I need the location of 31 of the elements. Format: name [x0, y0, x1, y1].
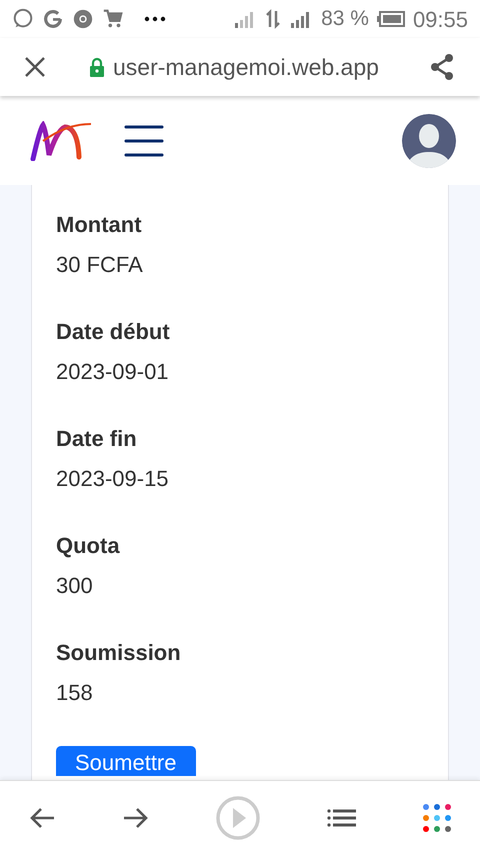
field-label: Montant: [56, 211, 142, 239]
field-value: 30 FCFA: [56, 251, 143, 279]
data-transfer-icon: [265, 9, 282, 29]
menu-icon[interactable]: [124, 124, 164, 158]
field-label: Date fin: [56, 425, 137, 453]
chat-icon: [12, 8, 34, 30]
field-value: 2023-09-01: [56, 358, 169, 386]
field-value: 2023-09-15: [56, 465, 169, 493]
list-icon[interactable]: [326, 808, 356, 828]
share-icon[interactable]: [428, 53, 456, 81]
field-label: Quota: [56, 532, 120, 560]
more-icon: [144, 16, 166, 22]
field-label: Soumission: [56, 639, 181, 667]
back-icon[interactable]: [28, 806, 56, 830]
clock-time: 09:55: [412, 6, 468, 34]
avatar-icon[interactable]: [402, 114, 456, 168]
forward-icon[interactable]: [122, 806, 150, 830]
logo-icon: [30, 120, 92, 160]
page-url: user-managemoi.web.app: [113, 52, 379, 82]
lock-icon: [89, 57, 105, 77]
battery-icon: [376, 11, 405, 27]
cart-icon: [102, 8, 124, 30]
apps-icon[interactable]: [422, 802, 452, 832]
g-icon: [42, 8, 64, 30]
battery-percentage: 83 %: [321, 6, 369, 32]
field-label: Date début: [56, 318, 170, 346]
close-icon[interactable]: [24, 56, 46, 78]
field-value: 300: [56, 572, 93, 600]
field-value: 158: [56, 679, 93, 707]
browser-icon: [72, 8, 94, 30]
submit-button[interactable]: Soumettre: [56, 746, 196, 776]
